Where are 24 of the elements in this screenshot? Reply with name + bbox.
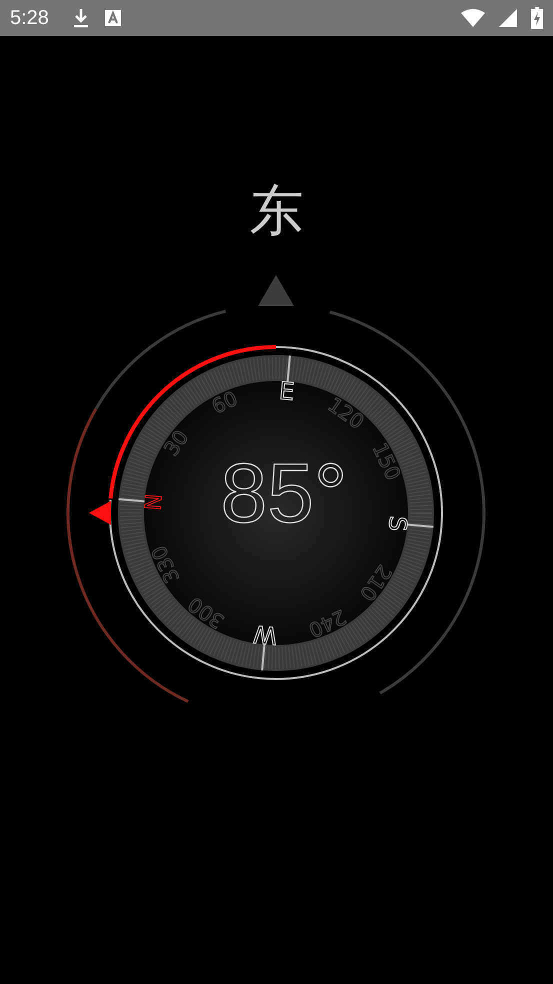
dial-label: W xyxy=(252,620,278,650)
dial-label: 150 xyxy=(368,439,406,484)
cardinal-tick xyxy=(286,356,291,382)
dial-label: E xyxy=(278,376,296,406)
north-marker xyxy=(89,500,111,525)
dial-label: 300 xyxy=(183,592,228,634)
font-icon xyxy=(104,10,121,26)
direction-label: 东 xyxy=(248,178,304,244)
dial-label: 30 xyxy=(158,426,194,460)
wifi-icon xyxy=(461,9,485,27)
dial-label: S xyxy=(382,514,412,533)
pointer-triangle xyxy=(258,275,294,306)
cardinal-tick xyxy=(407,524,434,528)
cardinal-tick xyxy=(118,498,145,502)
status-time: 5:28 xyxy=(10,6,49,30)
dial-label: N xyxy=(141,492,168,512)
dial-label: 240 xyxy=(305,604,350,643)
battery-icon xyxy=(531,7,543,29)
signal-icon xyxy=(499,9,517,27)
dial-label: 120 xyxy=(324,392,369,434)
cardinal-tick xyxy=(261,644,266,670)
heading-readout: 85° xyxy=(220,446,348,540)
dial-label: 330 xyxy=(146,542,184,587)
dial-label: 60 xyxy=(208,386,242,419)
